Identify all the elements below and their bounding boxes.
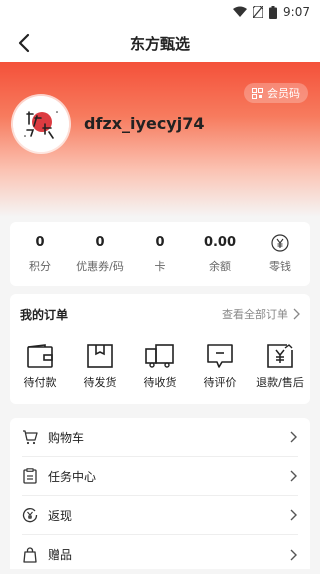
- member-code-button[interactable]: 会员码: [244, 83, 308, 103]
- coupons-label: 优惠券/码: [76, 260, 124, 273]
- status-bar: 9:07: [0, 0, 320, 24]
- comment-icon: [207, 344, 233, 368]
- menu-item-tasks[interactable]: 任务中心: [22, 457, 298, 496]
- gifts-label: 赠品: [48, 548, 73, 562]
- view-all-orders-link[interactable]: 查看全部订单: [222, 306, 300, 322]
- change-label: 零钱: [269, 260, 291, 273]
- pending-payment-label: 待付款: [23, 376, 57, 389]
- order-refund-aftersale[interactable]: 退款/售后: [250, 344, 310, 390]
- order-pending-payment[interactable]: 待付款: [10, 344, 70, 390]
- assets-card: 0 积分 0 优惠券/码 0 卡 0.00 余额 零钱: [10, 222, 310, 286]
- pending-review-label: 待评价: [203, 376, 237, 389]
- pending-shipment-label: 待发货: [83, 376, 117, 389]
- clipboard-icon: [22, 468, 38, 484]
- wifi-icon: [233, 6, 248, 18]
- orders-title: 我的订单: [20, 307, 69, 322]
- asset-balance[interactable]: 0.00 余额: [190, 222, 250, 286]
- asset-change[interactable]: 零钱: [250, 222, 310, 286]
- points-label: 积分: [29, 260, 51, 273]
- cart-label: 购物车: [48, 430, 85, 445]
- coupons-value: 0: [95, 235, 105, 250]
- nav-bar: 东方甄选: [0, 24, 320, 62]
- order-pending-review[interactable]: 待评价: [190, 344, 250, 390]
- chevron-right-icon: [288, 548, 298, 562]
- cashback-icon: [22, 507, 38, 523]
- member-code-label: 会员码: [267, 87, 300, 100]
- yen-circle-icon: [271, 234, 289, 252]
- points-value: 0: [35, 235, 45, 250]
- view-all-orders-label: 查看全部订单: [222, 308, 288, 321]
- chevron-right-icon: [288, 430, 298, 444]
- avatar[interactable]: [13, 96, 69, 152]
- gift-bag-icon: [22, 546, 38, 563]
- order-pending-receipt[interactable]: 待收货: [130, 344, 190, 390]
- asset-points[interactable]: 0 积分: [10, 222, 70, 286]
- cashback-label: 返现: [48, 508, 73, 523]
- qr-code-icon: [252, 87, 263, 99]
- refund-icon: [267, 344, 293, 368]
- pending-receipt-label: 待收货: [143, 376, 177, 389]
- menu-item-cart[interactable]: 购物车: [22, 418, 298, 457]
- menu-item-cashback[interactable]: 返现: [22, 496, 298, 535]
- order-pending-shipment[interactable]: 待发货: [70, 344, 130, 390]
- battery-icon: [269, 5, 278, 19]
- menu-card: 购物车 任务中心 返现 赠品: [10, 418, 310, 569]
- asset-cards[interactable]: 0 卡: [130, 222, 190, 286]
- username: dfzx_iyecyj74: [84, 114, 205, 133]
- chevron-right-icon: [292, 308, 300, 320]
- chevron-right-icon: [288, 508, 298, 522]
- balance-value: 0.00: [203, 235, 237, 250]
- cards-value: 0: [155, 235, 165, 250]
- tasks-label: 任务中心: [48, 469, 97, 484]
- menu-item-gifts[interactable]: 赠品: [22, 535, 298, 574]
- back-icon[interactable]: [14, 32, 36, 54]
- asset-coupons[interactable]: 0 优惠券/码: [70, 222, 130, 286]
- cards-label: 卡: [154, 260, 166, 273]
- no-sim-icon: [253, 6, 264, 18]
- status-time: 9:07: [283, 5, 310, 19]
- chevron-right-icon: [288, 469, 298, 483]
- balance-label: 余额: [209, 260, 231, 273]
- page-title: 东方甄选: [129, 34, 190, 53]
- package-icon: [87, 344, 113, 368]
- orders-card: 我的订单 查看全部订单 待付款 待发货 待收货 待评价 退款/售后: [10, 294, 310, 404]
- truck-icon: [145, 344, 175, 368]
- cart-icon: [22, 429, 38, 445]
- refund-aftersale-label: 退款/售后: [256, 376, 304, 389]
- wallet-icon: [27, 344, 53, 368]
